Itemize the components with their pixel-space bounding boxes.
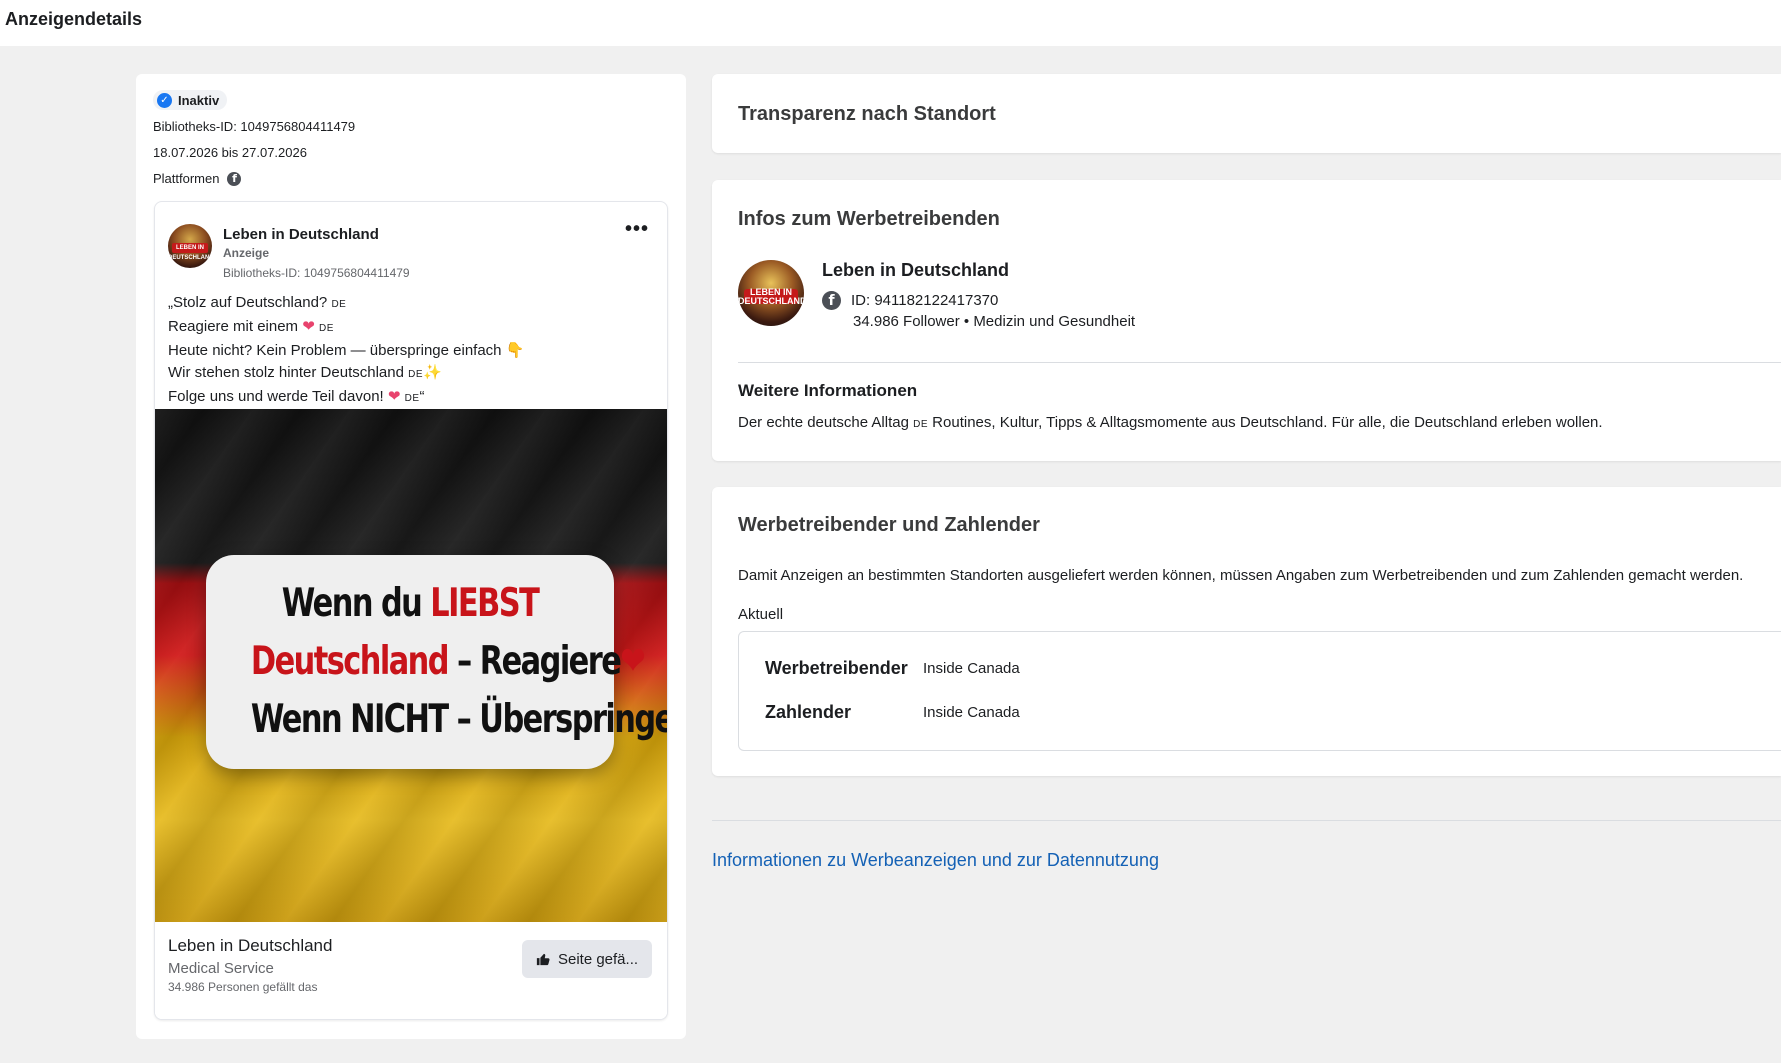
more-options-icon[interactable]: •••	[625, 218, 649, 241]
payer-details-box: Werbetreibender Inside Canada Zahlender …	[738, 631, 1781, 751]
caption-text: Wenn NICHT – Überspringe	[250, 697, 668, 742]
caption-highlight: LIEBST	[430, 581, 540, 626]
transparency-panel[interactable]: Transparenz nach Standort	[712, 74, 1781, 153]
sparkles-icon: ✨	[423, 364, 442, 381]
text-segment: „Stolz auf Deutschland?	[168, 294, 332, 311]
payer-panel: Werbetreibender und Zahlender Damit Anze…	[712, 487, 1781, 776]
like-page-button[interactable]: Seite gefä...	[522, 940, 652, 978]
like-button-label: Seite gefä...	[557, 950, 639, 968]
advertiser-followers: 34.986 Follower • Medizin und Gesundheit	[853, 313, 1136, 330]
advertiser-info-panel: Infos zum Werbetreibenden LEBEN IN DEUTS…	[712, 180, 1781, 461]
advertiser-id: ID: 941182122417370	[851, 292, 999, 309]
advertiser-name[interactable]: Leben in Deutschland	[822, 260, 1009, 281]
caption-line-1: Wenn du LIEBST	[251, 575, 569, 633]
ad-preview: LEBEN IN DEUTSCHLAND Leben in Deutschlan…	[154, 201, 668, 1020]
text-segment: Heute nicht? Kein Problem — überspringe …	[168, 342, 506, 359]
advertiser-info-title: Infos zum Werbetreibenden	[738, 208, 1000, 230]
heart-icon: ❤	[302, 318, 315, 335]
post-text-line: Folge uns und werde Teil davon! ❤ DE“	[168, 386, 658, 410]
sponsored-label: Anzeige	[223, 246, 270, 260]
pointing-down-icon: 👇	[505, 342, 525, 359]
platforms-row: Plattformen f	[153, 171, 242, 186]
caption-highlight: Deutschland	[250, 639, 450, 684]
ad-image[interactable]: Wenn du LIEBST Deutschland – Reagiere❤ W…	[155, 409, 667, 922]
ad-image-caption-card: Wenn du LIEBST Deutschland – Reagiere❤ W…	[206, 555, 667, 769]
more-info-title: Weitere Informationen	[738, 381, 918, 400]
thumbs-up-icon	[536, 953, 550, 966]
flag-de-icon: DE	[318, 323, 334, 334]
text-segment: Reagiere mit einem	[168, 318, 303, 335]
post-page-name[interactable]: Leben in Deutschland	[223, 226, 379, 243]
payer-row-value: Inside Canada	[923, 704, 1020, 721]
post-text: „Stolz auf Deutschland? DE Reagiere mit …	[168, 292, 658, 410]
payer-title: Werbetreibender und Zahlender	[738, 514, 1040, 536]
date-range: 18.07.2026 bis 27.07.2026	[153, 145, 307, 160]
payer-row-payer: Zahlender Inside Canada	[765, 702, 1020, 723]
footer-category: Medical Service	[168, 960, 274, 977]
flag-de-icon: DE	[408, 369, 424, 380]
heart-icon: ❤	[387, 388, 401, 405]
advertiser-avatar[interactable]: LEBEN IN DEUTSCHLAND	[738, 260, 804, 326]
caption-text: – Reagiere	[447, 639, 622, 684]
platforms-label: Plattformen	[153, 171, 220, 186]
text-segment: Wir stehen stolz hinter Deutschland	[168, 364, 409, 381]
top-bar: Anzeigendetails	[0, 0, 1781, 46]
caption-text: Wenn du	[281, 581, 431, 626]
library-id: Bibliotheks-ID: 1049756804411479	[153, 119, 356, 134]
caption-line-2: Deutschland – Reagiere❤	[250, 633, 646, 691]
post-text-line: Reagiere mit einem ❤ DE	[168, 316, 658, 340]
post-text-line: Heute nicht? Kein Problem — überspringe …	[168, 340, 658, 362]
page-avatar[interactable]: LEBEN IN DEUTSCHLAND	[168, 224, 212, 268]
ad-data-info-link[interactable]: Informationen zu Werbeanzeigen und zur D…	[712, 850, 1159, 871]
divider	[738, 362, 1781, 363]
payer-row-key: Werbetreibender	[765, 658, 908, 678]
payer-current-label: Aktuell	[738, 606, 784, 623]
avatar-text: LEBEN IN DEUTSCHLAND	[168, 245, 212, 261]
avatar-text: LEBEN IN DEUTSCHLAND	[738, 287, 804, 306]
caption-line-3: Wenn NICHT – Überspringe👎	[251, 691, 667, 749]
footer-likes: 34.986 Personen gefällt das	[168, 980, 318, 994]
more-info-text: Der echte deutsche Alltag DE Routines, K…	[738, 414, 1603, 431]
post-text-line: „Stolz auf Deutschland? DE	[168, 292, 658, 316]
advertiser-id-row: f ID: 941182122417370	[822, 291, 998, 310]
text-segment: Der echte deutsche Alltag	[738, 414, 914, 431]
check-circle-icon: ✓	[157, 92, 172, 108]
flag-de-icon: DE	[331, 299, 347, 310]
flag-de-icon: DE	[404, 393, 420, 404]
text-segment: Folge uns und werde Teil davon!	[168, 388, 388, 405]
post-library-id: Bibliotheks-ID: 1049756804411479	[223, 266, 410, 280]
post-text-line: Wir stehen stolz hinter Deutschland DE✨	[168, 362, 658, 386]
facebook-icon: f	[227, 171, 242, 186]
text-segment: “	[419, 388, 425, 405]
heart-icon: ❤	[620, 639, 645, 684]
page-title: Anzeigendetails	[5, 9, 143, 29]
flag-de-icon: DE	[913, 419, 929, 430]
payer-row-advertiser: Werbetreibender Inside Canada	[765, 658, 1020, 679]
post-footer: Leben in Deutschland Medical Service 34.…	[155, 922, 667, 1019]
payer-description: Damit Anzeigen an bestimmten Standorten …	[738, 567, 1744, 584]
text-segment: Routines, Kultur, Tipps & Alltagsmomente…	[928, 414, 1603, 431]
footer-page-name[interactable]: Leben in Deutschland	[168, 936, 332, 956]
status-badge: ✓ Inaktiv	[153, 90, 228, 110]
facebook-icon: f	[822, 291, 841, 310]
ad-summary-card: ✓ Inaktiv Bibliotheks-ID: 10497568044114…	[136, 74, 686, 1039]
status-label: Inaktiv	[178, 92, 220, 108]
transparency-title[interactable]: Transparenz nach Standort	[738, 103, 996, 126]
payer-row-value: Inside Canada	[923, 660, 1020, 677]
divider	[712, 820, 1781, 821]
payer-row-key: Zahlender	[765, 702, 852, 722]
